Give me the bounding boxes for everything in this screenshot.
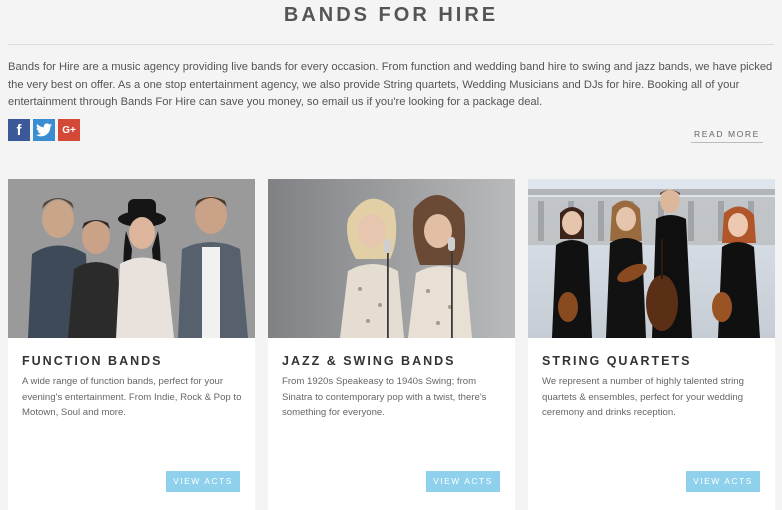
view-acts-button[interactable]: VIEW ACTS — [426, 471, 500, 492]
card-heading: STRING QUARTETS — [542, 354, 692, 368]
string-quartets-photo — [528, 179, 775, 338]
facebook-icon[interactable]: f — [8, 119, 30, 141]
card-function-bands[interactable]: FUNCTION BANDS A wide range of function … — [8, 179, 255, 510]
intro-paragraph: Bands for Hire are a music agency provid… — [8, 61, 773, 108]
card-string-quartets[interactable]: STRING QUARTETS We represent a number of… — [528, 179, 775, 510]
google-plus-icon[interactable]: G+ — [58, 119, 80, 141]
read-more-link[interactable]: READ MORE — [691, 128, 763, 143]
jazz-swing-photo — [268, 179, 515, 338]
function-bands-photo — [8, 179, 255, 338]
card-description: From 1920s Speakeasy to 1940s Swing; fro… — [282, 376, 487, 418]
page-title: BANDS FOR HIRE — [283, 4, 499, 26]
view-acts-button[interactable]: VIEW ACTS — [686, 471, 760, 492]
card-description: A wide range of function bands, perfect … — [22, 376, 242, 418]
social-share-bar: f G+ — [8, 119, 80, 141]
card-heading: FUNCTION BANDS — [22, 354, 163, 368]
title-divider — [8, 44, 774, 45]
view-acts-button[interactable]: VIEW ACTS — [166, 471, 240, 492]
card-description: We represent a number of highly talented… — [542, 376, 744, 418]
card-jazz-swing-bands[interactable]: JAZZ & SWING BANDS From 1920s Speakeasy … — [268, 179, 515, 510]
card-heading: JAZZ & SWING BANDS — [282, 354, 456, 368]
twitter-icon[interactable] — [33, 119, 55, 141]
